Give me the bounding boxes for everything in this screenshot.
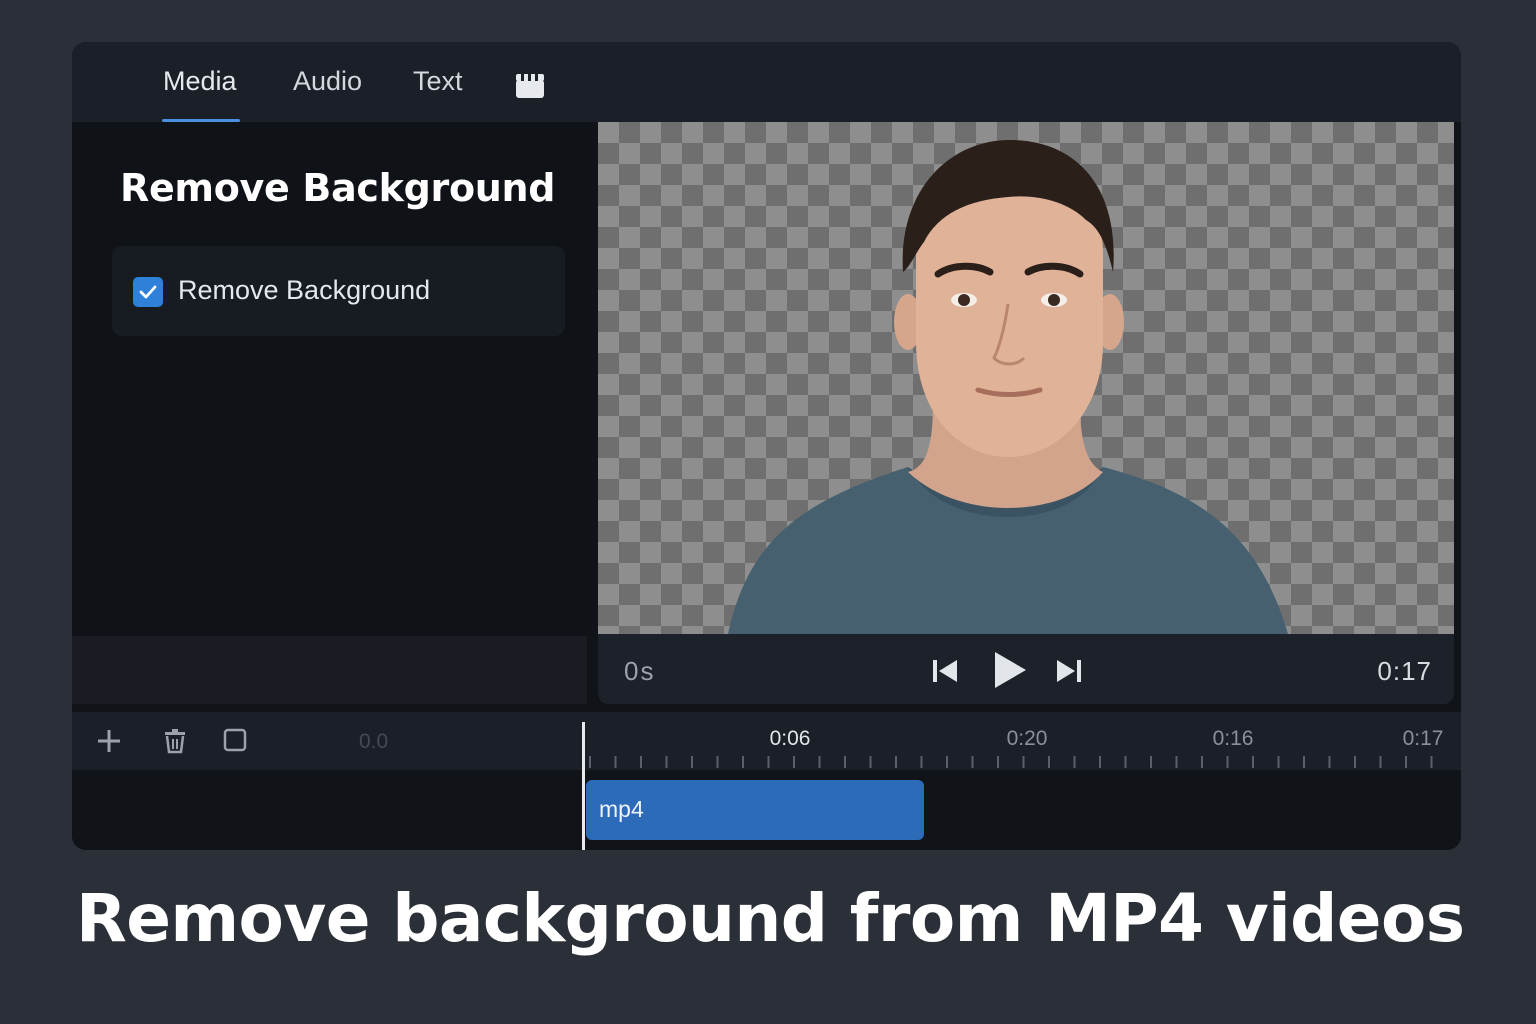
timeline-tick-label: 0:17 [1402, 727, 1444, 750]
panel-title: Remove Background [120, 166, 556, 210]
tab-text[interactable]: Text [413, 66, 463, 122]
timeline-tick-label: 0:16 [1212, 727, 1254, 750]
person-portrait [728, 140, 1288, 634]
skip-previous-icon[interactable] [931, 658, 959, 688]
skip-next-icon[interactable] [1055, 658, 1083, 688]
clip-label: mp4 [599, 796, 644, 822]
square-select-icon[interactable] [223, 728, 247, 756]
timeline-tick-label: 0:06 [769, 727, 811, 750]
tab-bar: Media Audio Text [72, 42, 1461, 122]
timeline-tick-label: 0:20 [1006, 727, 1048, 750]
checkmark-icon [139, 285, 157, 299]
timeline-ruler[interactable] [584, 750, 1449, 770]
timeline-toolbar: 0.0 0:06 0:20 0:16 0:17 [72, 712, 1461, 770]
remove-background-label: Remove Background [178, 275, 431, 305]
player-controls: 0s 0:17 [598, 634, 1454, 704]
panel-footer [72, 636, 587, 704]
video-track: mp4 [72, 770, 1461, 850]
video-preview[interactable] [598, 122, 1454, 634]
add-icon[interactable] [97, 729, 121, 757]
settings-panel: Remove Background Remove Background [72, 122, 587, 636]
current-time: 0s [624, 656, 656, 686]
play-icon[interactable] [992, 650, 1028, 694]
total-duration: 0:17 [1377, 656, 1432, 686]
timeline-zero-label: 0.0 [359, 730, 389, 753]
tab-media[interactable]: Media [162, 66, 240, 122]
trash-icon[interactable] [163, 728, 187, 758]
clapperboard-icon[interactable] [515, 73, 545, 99]
video-clip[interactable]: mp4 [586, 780, 924, 840]
tab-audio[interactable]: Audio [293, 66, 362, 122]
video-editor-window: Media Audio Text Remove Background Remov… [72, 42, 1461, 850]
remove-background-checkbox[interactable] [133, 277, 163, 307]
remove-background-option[interactable]: Remove Background [112, 246, 565, 336]
playhead[interactable] [582, 722, 585, 850]
headline-caption: Remove background from MP4 videos [76, 880, 1465, 957]
